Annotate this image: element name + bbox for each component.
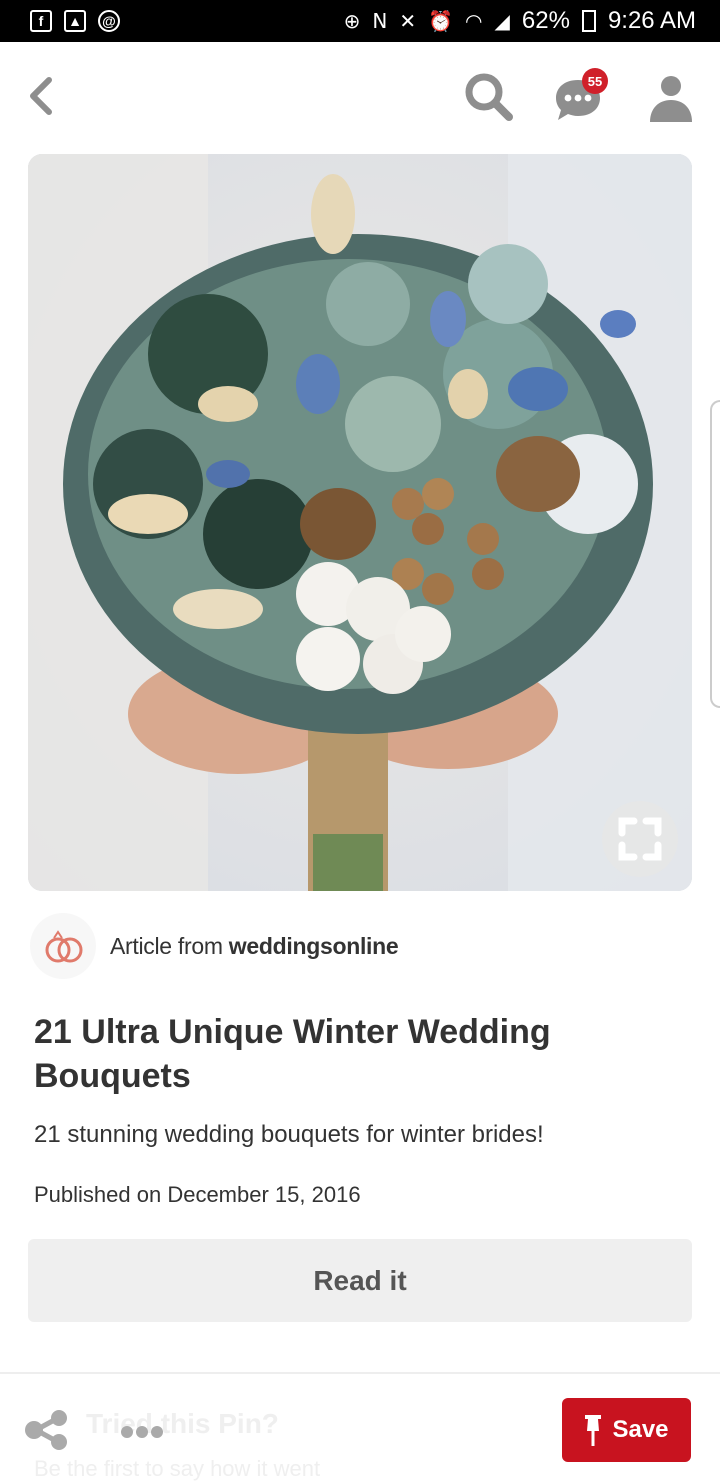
- pin-description: 21 stunning wedding bouquets for winter …: [34, 1121, 544, 1148]
- tried-pin-subtitle: Be the first to say how it went: [34, 1456, 321, 1481]
- pin-icon: [585, 1415, 602, 1446]
- battery-percent: 62%: [521, 7, 570, 34]
- read-it-button[interactable]: Read it: [28, 1239, 692, 1322]
- pin-title: 21 Ultra Unique Winter Wedding Bouquets: [34, 1013, 551, 1095]
- side-scroll-handle[interactable]: [710, 400, 720, 708]
- pin-image[interactable]: [28, 154, 692, 891]
- article-source[interactable]: Article from weddingsonline: [30, 913, 399, 979]
- wifi-icon: ◠: [465, 9, 483, 33]
- status-left-icons: f ▲ @: [30, 10, 120, 32]
- source-prefix: Article from: [110, 932, 223, 959]
- share-icon: [25, 1410, 67, 1450]
- notification-badge: 55: [582, 68, 608, 94]
- source-name[interactable]: weddingsonline: [229, 933, 399, 959]
- profile-icon: [650, 76, 692, 122]
- status-right-icons: ⊕ N ✕ ⏰ ◠ ◢ 62% 9:26 AM: [344, 7, 696, 35]
- bouquet-photo: [28, 154, 692, 891]
- nfc-icon: N: [372, 9, 388, 33]
- status-bar: f ▲ @ ⊕ N ✕ ⏰ ◠ ◢ 62% 9:26 AM: [0, 0, 720, 42]
- tried-pin-prompt: Tried this Pin?: [86, 1408, 279, 1439]
- source-avatar: [30, 913, 96, 979]
- clock: 9:26 AM: [607, 7, 696, 34]
- alarm-icon: ⏰: [428, 9, 454, 33]
- back-icon: [30, 77, 52, 115]
- profile-button[interactable]: [648, 74, 694, 124]
- save-button[interactable]: Save: [562, 1398, 691, 1462]
- share-button[interactable]: [24, 1409, 70, 1451]
- more-options-button[interactable]: [120, 1418, 164, 1446]
- mute-icon: ✕: [399, 9, 417, 33]
- save-label: Save: [612, 1416, 669, 1443]
- gallery-icon: ▲: [64, 10, 86, 32]
- bottom-action-bar: Tried this Pin? Be the first to say how …: [0, 1374, 720, 1481]
- back-button[interactable]: [18, 70, 62, 122]
- expand-image-button[interactable]: [602, 801, 678, 877]
- more-icon: [121, 1426, 163, 1438]
- published-date: Published on December 15, 2016: [34, 1182, 361, 1207]
- search-icon: [465, 73, 513, 121]
- account-icon: @: [98, 10, 120, 32]
- top-navigation: 55: [0, 42, 720, 152]
- expand-icon: [618, 817, 662, 861]
- data-saver-icon: ⊕: [343, 9, 361, 33]
- wedding-rings-icon: [45, 930, 83, 963]
- signal-icon: ◢: [494, 9, 510, 33]
- source-label: Article from weddingsonline: [110, 932, 399, 960]
- facebook-icon: f: [30, 10, 52, 32]
- search-button[interactable]: [462, 70, 516, 124]
- battery-icon: [581, 10, 596, 32]
